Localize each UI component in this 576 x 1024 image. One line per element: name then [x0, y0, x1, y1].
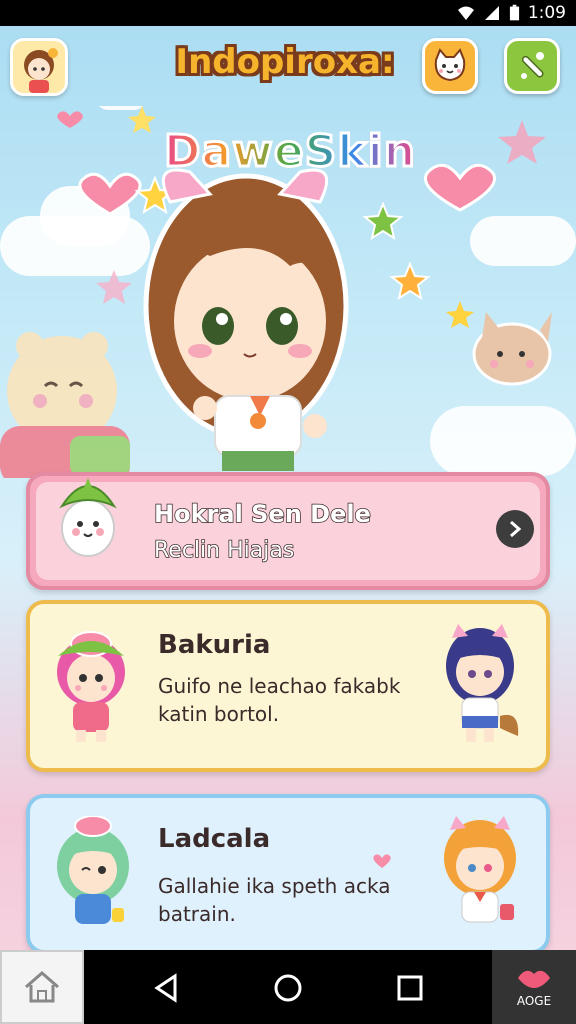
girl-avatar-icon — [13, 41, 65, 93]
wand-icon — [521, 52, 544, 79]
signal-icon — [484, 6, 499, 20]
card-description: Gallahie ika speth acka batrain. — [158, 874, 391, 926]
app-header: Indopiroxa: — [0, 26, 576, 106]
home-tab-button[interactable] — [0, 950, 84, 1024]
star-icon — [362, 201, 404, 241]
star-icon — [389, 261, 431, 301]
recents-button[interactable] — [388, 966, 432, 1010]
star-icon — [96, 270, 132, 304]
character-card[interactable]: Ladcala Gallahie ika speth acka batrain. — [26, 794, 550, 954]
profile-avatar-button[interactable] — [10, 38, 68, 96]
cat-button[interactable] — [422, 38, 478, 94]
home-circle-icon — [274, 974, 302, 1002]
heart-icon — [373, 854, 391, 868]
wifi-icon — [457, 6, 474, 20]
home-icon — [25, 971, 59, 1003]
main-character-illustration — [143, 168, 349, 471]
star-icon — [498, 120, 546, 164]
bear-mascot — [0, 332, 130, 478]
green-hair-girl-icon — [57, 816, 129, 924]
cat-face-icon — [434, 48, 466, 82]
status-bar: 1:09 — [0, 0, 576, 26]
pink-hair-girl-icon — [57, 631, 125, 742]
sprout-mascot-icon — [59, 478, 117, 557]
app-title: Indopiroxa: — [175, 42, 395, 82]
card-open-button[interactable] — [496, 510, 534, 548]
heart-icon — [78, 172, 142, 216]
back-triangle-icon — [154, 973, 177, 1003]
character-card[interactable]: Bakuria Guifo ne leachao fakabk katin bo… — [26, 600, 550, 772]
extra-app-button[interactable]: AOGE — [492, 950, 576, 1024]
hero-banner-text: DaweSkin — [162, 125, 417, 179]
extra-app-label: AOGE — [516, 994, 552, 1008]
card-title: Bakuria — [158, 630, 271, 660]
home-button[interactable] — [266, 966, 310, 1010]
heart-icon — [424, 163, 496, 212]
battery-icon — [509, 4, 519, 21]
card-description: Guifo ne leachao fakabk katin bortol. — [158, 674, 401, 726]
navigation-bar: AOGE — [0, 950, 576, 1024]
cat-mascot — [472, 312, 552, 386]
chevron-right-icon — [510, 520, 522, 538]
card-subtitle: Reclin Hiajas — [153, 537, 295, 564]
heart-lips-icon — [518, 970, 550, 988]
heart-icon — [57, 111, 83, 128]
navy-hair-girl-icon — [446, 624, 519, 742]
card-title: Ladcala — [158, 824, 271, 854]
back-button[interactable] — [144, 966, 188, 1010]
featured-card[interactable]: Hokral Sen Dele Reclin Hiajas — [26, 472, 550, 590]
recents-square-icon — [397, 975, 423, 1001]
orange-hair-girl-icon — [444, 816, 516, 923]
hero-banner-area: DaweSkin — [0, 106, 576, 478]
star-icon — [446, 301, 474, 328]
card-title: Hokral Sen Dele — [153, 499, 371, 529]
magic-tool-button[interactable] — [504, 38, 560, 94]
status-time: 1:09 — [527, 3, 566, 23]
